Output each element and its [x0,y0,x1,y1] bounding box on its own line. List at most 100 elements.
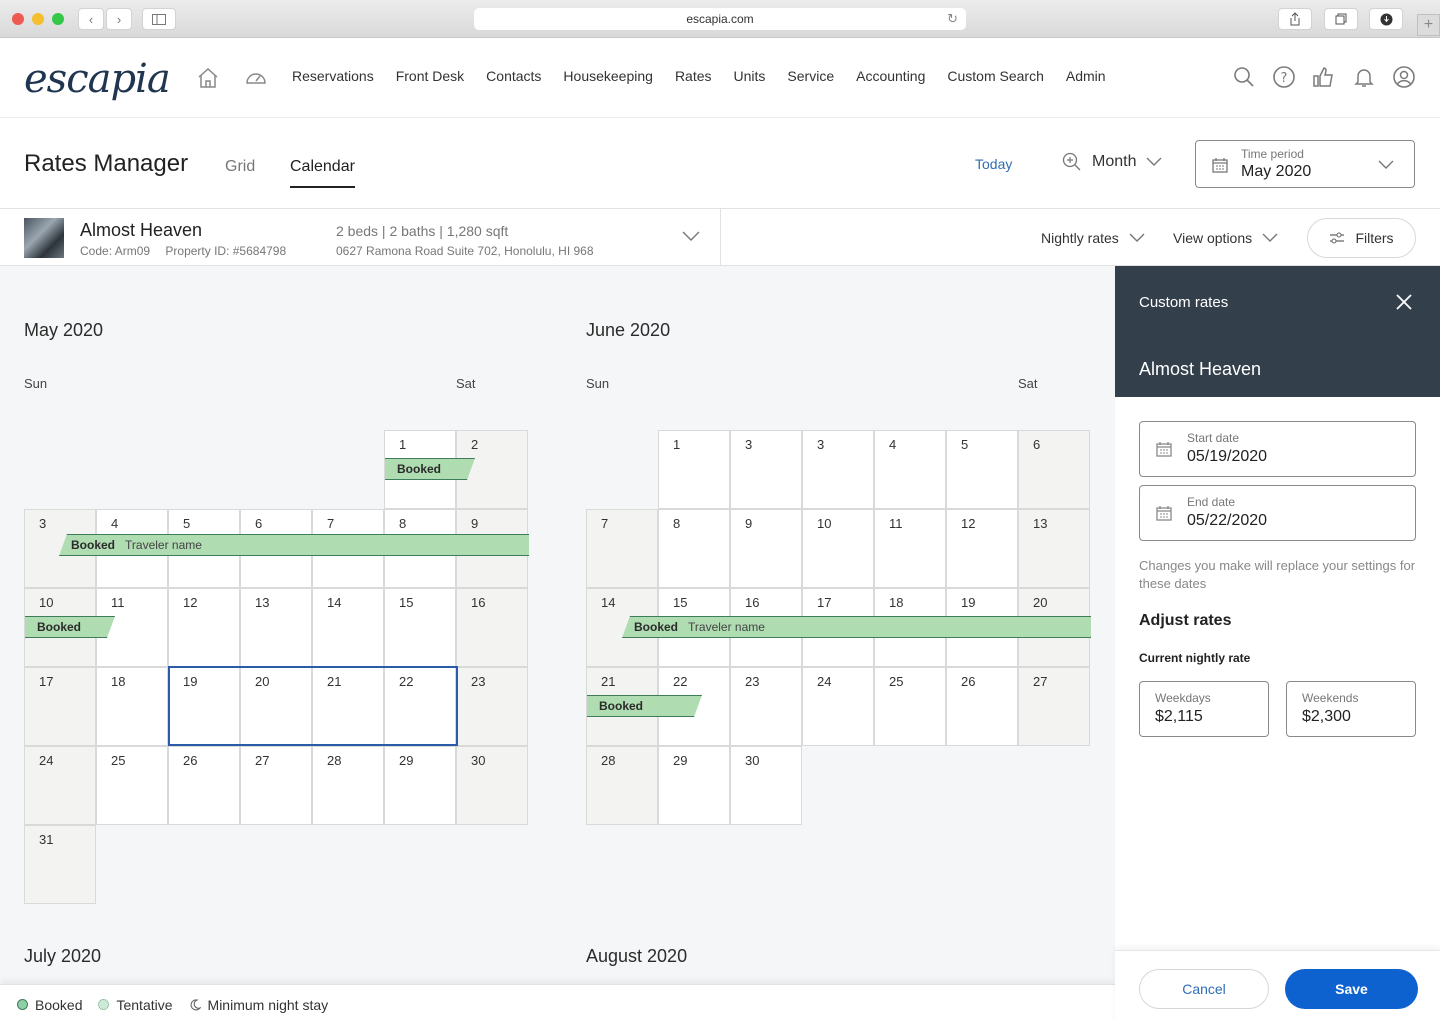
calendar-day-cell[interactable]: 16 [456,588,528,667]
nav-rates[interactable]: Rates [675,68,712,84]
calendar-day-cell[interactable]: 12 [168,588,240,667]
calendar-day-cell[interactable]: 15 [384,588,456,667]
calendar-day-cell[interactable]: 30 [456,746,528,825]
day-number: 14 [327,595,342,610]
weekends-rate-field[interactable]: Weekends $2,300 [1286,681,1416,737]
share-icon[interactable] [1278,8,1312,30]
calendar-day-cell[interactable]: 10 [802,509,874,588]
calendar-day-cell[interactable]: 5 [946,430,1018,509]
calendar-day-cell[interactable]: 23 [730,667,802,746]
today-link[interactable]: Today [975,156,1012,172]
dashboard-icon[interactable] [244,66,268,90]
reload-icon[interactable]: ↻ [947,11,958,27]
panel-property-name: Almost Heaven [1139,359,1262,379]
nav-contacts[interactable]: Contacts [486,68,541,84]
booking-bar[interactable]: Booked [587,695,702,717]
calendar-day-cell[interactable]: 19 [168,667,240,746]
calendar-day-cell[interactable]: 26 [168,746,240,825]
forward-button[interactable]: › [106,8,132,30]
calendar-day-cell[interactable]: 4 [874,430,946,509]
calendar-day-cell[interactable]: 13 [240,588,312,667]
calendar-day-cell[interactable]: 27 [240,746,312,825]
calendar-day-cell[interactable]: 24 [802,667,874,746]
calendar-day-cell[interactable]: 14 [312,588,384,667]
nav-units[interactable]: Units [734,68,766,84]
calendar-day-cell[interactable]: 29 [384,746,456,825]
nightly-rates-dropdown[interactable]: Nightly rates [1041,230,1145,246]
booking-bar[interactable]: Booked [385,458,475,480]
calendar-day-cell[interactable]: 22 [384,667,456,746]
new-tab-button[interactable]: + [1417,14,1440,36]
time-period-select[interactable]: Time period May 2020 [1195,140,1415,188]
help-icon[interactable]: ? [1272,65,1296,89]
dow-sat-june: Sat [1018,376,1038,391]
start-date-field[interactable]: Start date 05/19/2020 [1139,421,1416,477]
calendar-day-cell[interactable]: 20 [240,667,312,746]
home-icon[interactable] [196,66,220,90]
close-icon[interactable] [1395,293,1413,316]
calendar-day-cell[interactable]: 3 [730,430,802,509]
calendar-day-cell[interactable]: 8 [658,509,730,588]
address-bar[interactable]: escapia.com ↻ [474,8,966,30]
filters-button[interactable]: Filters [1307,218,1416,258]
calendar-day-cell[interactable]: 28 [586,746,658,825]
view-options-dropdown[interactable]: View options [1173,230,1278,246]
calendar-day-cell[interactable]: 26 [946,667,1018,746]
nav-custom-search[interactable]: Custom Search [947,68,1043,84]
download-icon[interactable] [1369,8,1403,30]
calendar-day-cell[interactable]: 23 [456,667,528,746]
calendar-day-cell[interactable]: 6 [1018,430,1090,509]
calendar-day-cell[interactable]: 9 [730,509,802,588]
nav-admin[interactable]: Admin [1066,68,1106,84]
nav-accounting[interactable]: Accounting [856,68,925,84]
calendar-day-cell[interactable]: 21 [312,667,384,746]
calendar-day-cell[interactable]: 18 [96,667,168,746]
escapia-logo[interactable]: escapia [24,56,171,102]
booking-bar[interactable]: Booked [25,616,115,638]
day-number: 28 [327,753,342,768]
back-button[interactable]: ‹ [78,8,104,30]
zoom-level-dropdown[interactable]: Month [1062,152,1162,172]
calendar-day-cell[interactable]: 12 [946,509,1018,588]
end-date-field[interactable]: End date 05/22/2020 [1139,485,1416,541]
calendar-day-cell[interactable]: 13 [1018,509,1090,588]
close-window-button[interactable] [12,13,24,25]
calendar-day-cell[interactable]: 29 [658,746,730,825]
calendar-day-cell[interactable]: 25 [96,746,168,825]
sidebar-toggle-icon[interactable] [142,8,176,30]
nav-service[interactable]: Service [787,68,834,84]
calendar-day-cell[interactable]: 27 [1018,667,1090,746]
calendar-day-cell[interactable]: 11 [874,509,946,588]
tab-grid[interactable]: Grid [225,158,255,176]
day-number: 13 [1033,516,1048,531]
nav-front-desk[interactable]: Front Desk [396,68,464,84]
calendar-day-cell[interactable]: 3 [802,430,874,509]
day-number: 22 [673,674,688,689]
calendar-day-cell[interactable]: 17 [24,667,96,746]
cancel-button[interactable]: Cancel [1139,969,1269,1009]
maximize-window-button[interactable] [52,13,64,25]
thumbs-up-icon[interactable] [1312,65,1336,89]
property-expand-chevron-icon[interactable] [682,229,700,247]
calendar-day-cell[interactable]: 24 [24,746,96,825]
tabs-overview-icon[interactable] [1324,8,1358,30]
calendar-icon [1156,506,1172,521]
save-button[interactable]: Save [1285,969,1418,1009]
booking-bar[interactable]: Booked Traveler name [622,616,1091,638]
calendar-day-cell[interactable]: 31 [24,825,96,904]
nav-reservations[interactable]: Reservations [292,68,374,84]
day-number: 1 [673,437,681,452]
calendar-day-cell[interactable]: 28 [312,746,384,825]
weekdays-rate-field[interactable]: Weekdays $2,115 [1139,681,1269,737]
calendar-day-cell[interactable]: 7 [586,509,658,588]
user-profile-icon[interactable] [1392,65,1416,89]
tab-calendar[interactable]: Calendar [290,158,355,188]
notification-bell-icon[interactable] [1352,65,1376,89]
calendar-day-cell[interactable]: 25 [874,667,946,746]
booking-bar[interactable]: Booked Traveler name [59,534,529,556]
calendar-day-cell[interactable]: 30 [730,746,802,825]
nav-housekeeping[interactable]: Housekeeping [563,68,653,84]
minimize-window-button[interactable] [32,13,44,25]
search-icon[interactable] [1232,65,1256,89]
calendar-day-cell[interactable]: 1 [658,430,730,509]
